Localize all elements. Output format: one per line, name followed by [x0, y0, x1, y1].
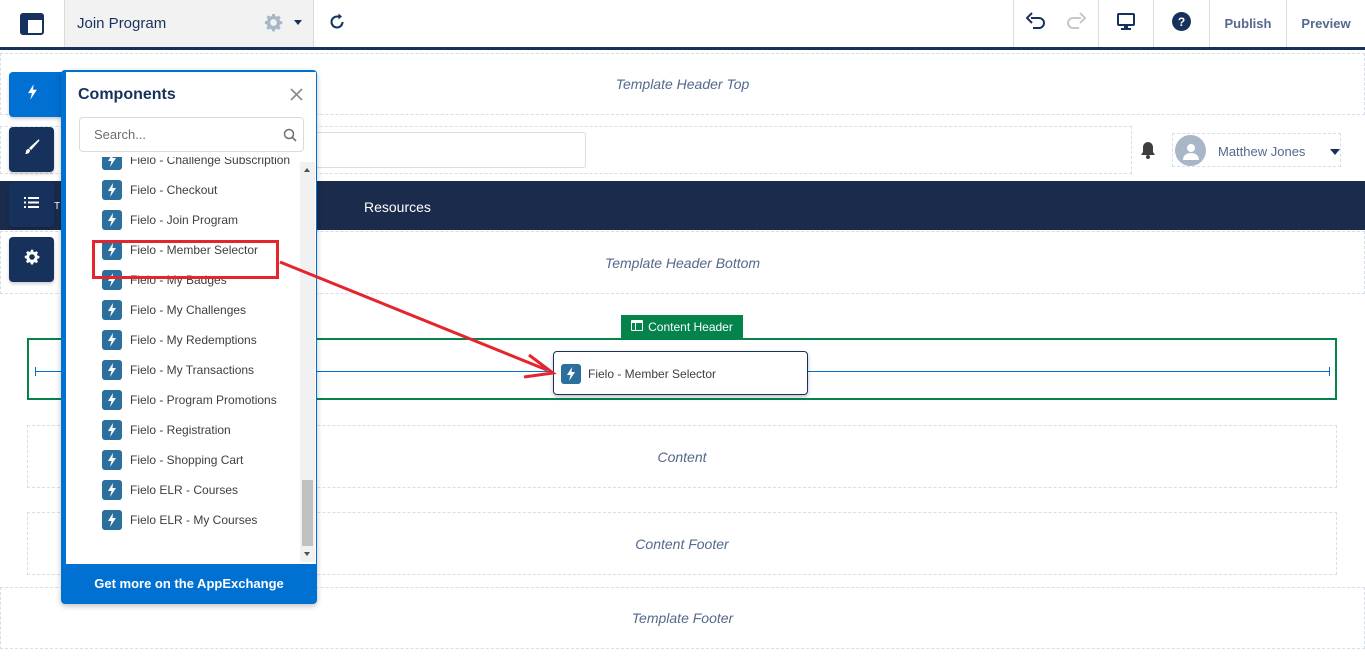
drag-arrow — [279, 260, 557, 379]
